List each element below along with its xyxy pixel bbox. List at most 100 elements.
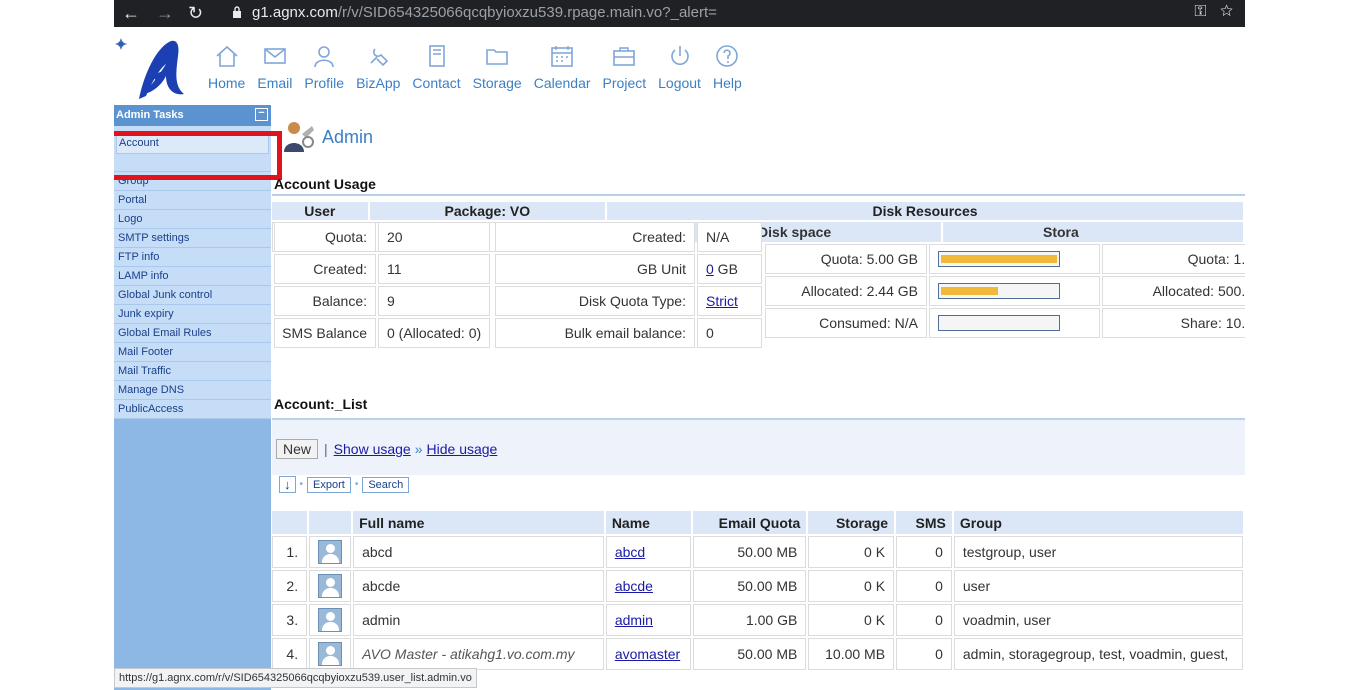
usage-section-title: Account Usage <box>274 176 376 192</box>
col-name[interactable]: Name <box>605 511 692 534</box>
sidebar-item-account[interactable]: Account <box>116 132 269 154</box>
usage-bar <box>938 283 1060 299</box>
toolbar-storage[interactable]: Storage <box>473 43 522 91</box>
full-name-cell: abcde <box>353 570 604 602</box>
avatar[interactable] <box>318 574 343 598</box>
col-email-quota[interactable]: Email Quota <box>693 511 807 534</box>
toolbar-contact[interactable]: Contact <box>412 43 461 91</box>
hide-usage-link[interactable]: Hide usage <box>427 441 498 457</box>
avatar[interactable] <box>318 642 343 666</box>
name-cell: avomaster <box>605 638 692 670</box>
group-cell: admin, storagegroup, test, voadmin, gues… <box>953 638 1243 670</box>
package-row-value: 0 <box>697 318 762 348</box>
name-cell: abcd <box>605 536 692 568</box>
sidebar-item-public-access[interactable]: PublicAccess <box>114 400 271 419</box>
user-row-label: Quota: <box>274 222 376 252</box>
new-button[interactable]: New <box>276 439 319 459</box>
bizapp-icon <box>370 48 389 67</box>
toolbar-project[interactable]: Project <box>603 43 646 91</box>
sidebar-item-global-junk-control[interactable]: Global Junk control <box>114 286 271 305</box>
toolbar-label: Profile <box>304 75 345 91</box>
account-name-link[interactable]: abcde <box>615 578 653 594</box>
sidebar-item-global-email-rules[interactable]: Global Email Rules <box>114 324 271 343</box>
package-link[interactable]: Strict <box>706 293 738 309</box>
sidebar-item-junk-expiry[interactable]: Junk expiry <box>114 305 271 324</box>
show-usage-link[interactable]: Show usage <box>334 441 411 457</box>
table-row[interactable]: 1. abcd abcd 50.00 MB 0 K 0 testgroup, user <box>272 536 1243 568</box>
table-row[interactable]: 4. AVO Master - atikahg1.vo.com.my avomast… <box>272 638 1243 670</box>
col-group[interactable]: Group <box>953 511 1243 534</box>
sidebar-item-portal[interactable]: Portal <box>114 191 271 210</box>
email-quota-cell: 50.00 MB <box>693 536 807 568</box>
toolbar-profile[interactable]: Profile <box>304 43 344 91</box>
sidebar-item-mail-footer[interactable]: Mail Footer <box>114 343 271 362</box>
email-quota-cell: 50.00 MB <box>693 570 807 602</box>
home-icon <box>216 45 238 67</box>
storage-icon <box>486 49 508 65</box>
logo[interactable] <box>114 34 204 104</box>
toolbar-email[interactable]: Email <box>257 43 292 91</box>
address-bar[interactable]: g1.agnx.com/r/v/SID654325066qcqbyioxzu53… <box>252 4 717 21</box>
sidebar-item-ftp-info[interactable]: FTP info <box>114 248 271 267</box>
sidebar-header: Admin Tasks − <box>114 105 271 126</box>
sidebar-item-mail-traffic[interactable]: Mail Traffic <box>114 362 271 381</box>
storage-row-label: Share: 10.0 <box>1102 308 1245 338</box>
calendar-icon <box>551 46 573 67</box>
avatar[interactable] <box>318 540 343 564</box>
email-disk-row-bar <box>929 276 1100 306</box>
account-table: Full name Name Email Quota Storage SMS G… <box>270 509 1245 672</box>
reload-icon[interactable]: ↻ <box>188 3 203 23</box>
toolbar-help[interactable]: Help <box>713 43 742 91</box>
full-name-cell: AVO Master - atikahg1.vo.com.my <box>353 638 604 670</box>
toolbar-label: Help <box>712 75 742 91</box>
collapse-icon[interactable]: − <box>255 108 268 121</box>
sms-cell: 0 <box>896 604 952 636</box>
sidebar-item-smtp-settings[interactable]: SMTP settings <box>114 229 271 248</box>
key-icon[interactable]: ⚿ <box>1194 3 1206 20</box>
table-row[interactable]: 3. admin admin 1.00 GB 0 K 0 voadmin, user <box>272 604 1243 636</box>
group-cell: testgroup, user <box>953 536 1243 568</box>
list-mini-tools: ↓ • Export • Search <box>279 476 410 493</box>
row-number: 3. <box>272 604 308 636</box>
sidebar-item-manage-dns[interactable]: Manage DNS <box>114 381 271 400</box>
storage-row-label: Allocated: 500.0 <box>1102 276 1245 306</box>
package-row-value: N/A <box>697 222 762 252</box>
package-row-label: Created: <box>495 222 695 252</box>
sidebar-item-logo[interactable]: Logo <box>114 210 271 229</box>
back-icon[interactable]: ← <box>122 3 140 23</box>
name-cell: abcde <box>605 570 692 602</box>
profile-icon <box>314 46 335 68</box>
sidebar-item-lamp-info[interactable]: LAMP info <box>114 267 271 286</box>
col-sms[interactable]: SMS <box>896 511 952 534</box>
usage-divider <box>272 194 1245 196</box>
col-storage[interactable]: Storage <box>808 511 895 534</box>
package-link[interactable]: 0 <box>706 261 714 277</box>
col-full-name[interactable]: Full name <box>353 511 604 534</box>
sidebar-item-group[interactable]: Group <box>114 172 271 191</box>
toolbar-bizapp[interactable]: BizApp <box>356 43 400 91</box>
usage-bar <box>938 315 1060 331</box>
list-actions: New | Show usage » Hide usage <box>276 439 497 459</box>
toolbar-logout[interactable]: Logout <box>658 43 701 91</box>
account-name-link[interactable]: admin <box>615 612 653 628</box>
user-row-value: 11 <box>378 254 490 284</box>
forward-icon[interactable]: → <box>156 3 174 23</box>
star-icon[interactable]: ☆ <box>1220 3 1233 20</box>
search-button[interactable]: Search <box>362 476 410 493</box>
account-name-link[interactable]: avomaster <box>615 646 680 662</box>
account-name-link[interactable]: abcd <box>615 544 645 560</box>
sidebar-list: Account Group Portal Logo SMTP settings … <box>114 126 271 419</box>
avatar[interactable] <box>318 608 343 632</box>
storage-cell: 0 K <box>808 570 895 602</box>
export-button[interactable]: Export <box>307 476 351 493</box>
storage-cell: 0 K <box>808 536 895 568</box>
user-header: User <box>272 202 368 220</box>
table-row[interactable]: 2. abcde abcde 50.00 MB 0 K 0 user <box>272 570 1243 602</box>
sort-down-icon[interactable]: ↓ <box>279 476 296 493</box>
toolbar-calendar[interactable]: Calendar <box>534 43 591 91</box>
toolbar-home[interactable]: Home <box>208 43 245 91</box>
row-number: 2. <box>272 570 308 602</box>
user-row-label: SMS Balance <box>274 318 376 348</box>
package-row-value: Strict <box>697 286 762 316</box>
group-cell: voadmin, user <box>953 604 1243 636</box>
